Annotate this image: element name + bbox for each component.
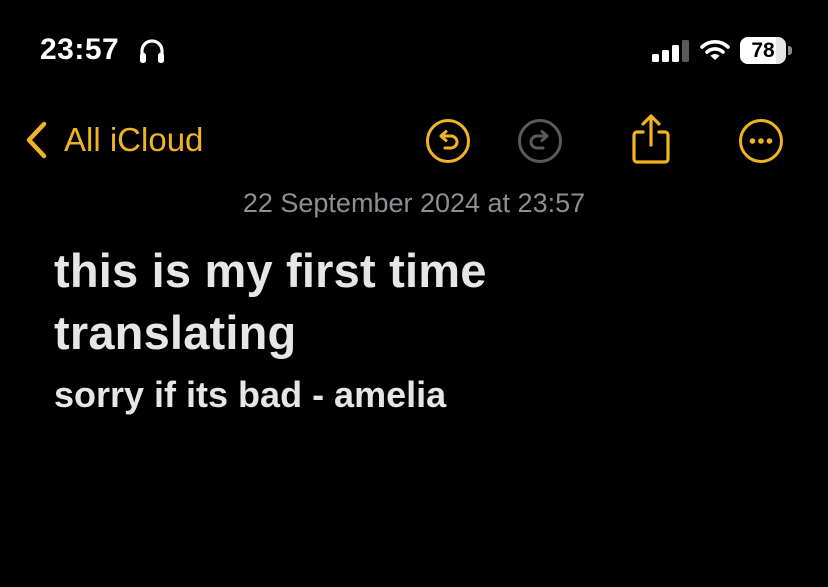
status-time: 23:57 — [40, 33, 120, 66]
more-icon[interactable] — [738, 118, 784, 164]
redo-icon[interactable] — [517, 118, 563, 164]
undo-icon[interactable] — [425, 118, 471, 164]
cellular-signal-icon — [652, 40, 689, 62]
battery-body: 78 — [740, 37, 786, 64]
note-title-line-1: this is my first time — [54, 244, 487, 297]
notes-screen: 23:57 78 All iCloud 22 September 2024 at… — [0, 0, 828, 587]
battery-cap — [788, 46, 792, 55]
note-title-line-2: translating — [54, 306, 297, 359]
note-subtitle: sorry if its bad - amelia — [54, 374, 447, 415]
headphones-icon — [140, 39, 164, 63]
status-bar: 23:57 78 — [0, 0, 828, 100]
battery-indicator: 78 — [740, 37, 792, 64]
battery-level: 78 — [751, 39, 775, 62]
note-date: 22 September 2024 at 23:57 — [242, 188, 586, 218]
back-button[interactable]: All iCloud — [22, 115, 203, 165]
wifi-icon — [700, 40, 730, 60]
chevron-left-icon — [26, 121, 47, 159]
note-body[interactable]: this is my first time translating sorry … — [54, 240, 774, 418]
back-label: All iCloud — [64, 121, 204, 158]
share-icon[interactable] — [629, 112, 673, 166]
